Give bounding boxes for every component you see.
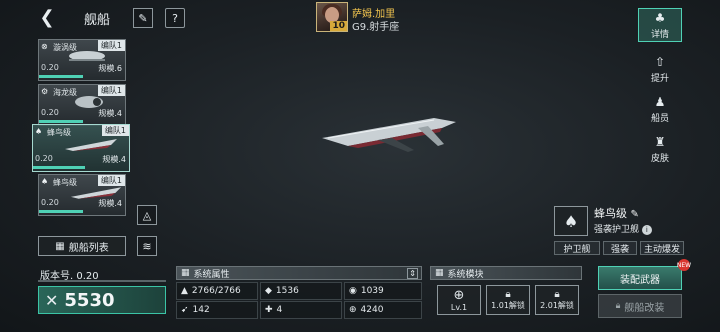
lock-icon: 🔒︎ xyxy=(505,289,511,300)
pen-button[interactable]: ✎ xyxy=(133,8,153,28)
ship-card-level: 0.20 xyxy=(41,198,59,207)
ship-card-scale: 规模.4 xyxy=(102,155,126,164)
ship-refit-button[interactable]: 🔒︎ 舰船改装 xyxy=(598,294,682,318)
pen-icon: ✎ xyxy=(138,11,148,25)
attr-hull: ▲ 2766/2766 xyxy=(176,282,258,300)
grid-icon: ▦ xyxy=(55,240,65,252)
ship-class-emblem: ♠ xyxy=(554,206,588,236)
speed-icon: ➹ xyxy=(181,305,189,315)
captain-sector: G9.射手座 xyxy=(352,22,400,33)
attr-shield: ◉ 1039 xyxy=(344,282,422,300)
level-bar xyxy=(39,120,83,123)
hull-icon: ▲ xyxy=(181,286,188,296)
ship-list-button[interactable]: ▦ 舰船列表 xyxy=(38,236,126,256)
level-bar xyxy=(39,75,83,78)
edit-icon[interactable]: ✎ xyxy=(631,209,639,220)
fleet-badge: 编队1 xyxy=(101,125,129,136)
chevron-left-icon: ❮ xyxy=(39,6,55,28)
module-slot-3[interactable]: 🔒︎ 2.01解锁 xyxy=(535,285,579,315)
module-slot-1[interactable]: ⊕ Lv.1 xyxy=(437,285,481,315)
fleet-formation-button[interactable]: ◬ xyxy=(137,205,157,225)
cargo-icon: ⊕ xyxy=(349,305,357,315)
ship-card-1[interactable]: ⊗ 漩涡级 编队1 0.20 规模.6 xyxy=(38,39,126,81)
ship-card-2[interactable]: ⚙ 海龙级 编队1 0.20 规模.4 xyxy=(38,84,126,126)
tab-skin[interactable]: ♜ 皮肤 xyxy=(638,132,682,166)
tab-crew[interactable]: ♟ 船员 xyxy=(638,92,682,126)
sort-icon[interactable]: ⇕ xyxy=(407,267,418,279)
ship-thumbnail xyxy=(75,96,103,108)
attr-slots: ✚ 4 xyxy=(260,301,342,319)
ship-model[interactable] xyxy=(318,112,458,156)
close-circle-icon: ⊗ xyxy=(41,42,48,51)
tab-upgrade[interactable]: ⇧ 提升 xyxy=(638,52,682,86)
ship-type: 强袭护卫舰 i xyxy=(594,222,652,235)
grid-icon: ▦ xyxy=(435,268,444,278)
slots-icon: ✚ xyxy=(265,305,273,315)
captain-portrait[interactable]: 10 xyxy=(316,2,348,32)
wave-icon: ≋ xyxy=(142,239,152,253)
target-icon: ⊕ xyxy=(453,288,465,303)
modules-title: 系统模块 xyxy=(447,269,484,280)
tab-details[interactable]: ♣ 详情 xyxy=(638,8,682,42)
gear-icon: ⚙ xyxy=(41,87,49,96)
ship-name: 蜂鸟级 ✎ xyxy=(594,207,639,220)
back-button[interactable]: ❮ xyxy=(36,6,58,28)
ship-card-scale: 规模.4 xyxy=(98,199,122,208)
tag-escort: 护卫舰 xyxy=(554,241,600,255)
captain-level: 10 xyxy=(330,21,347,31)
wave-button[interactable]: ≋ xyxy=(137,236,157,256)
version-progress xyxy=(38,280,166,282)
modules-header: ▦ 系统模块 xyxy=(430,266,582,280)
lock-icon: 🔒︎ xyxy=(554,289,560,300)
ship-thumbnail xyxy=(69,51,105,61)
grid-icon: ▦ xyxy=(181,268,190,278)
tag-assault: 强袭 xyxy=(603,241,637,255)
upgrade-icon: ⇧ xyxy=(654,54,666,69)
page-title: 舰船 xyxy=(84,13,111,28)
ship-thumbnail xyxy=(65,139,117,151)
ship-card-scale: 规模.6 xyxy=(98,64,122,73)
ship-card-level: 0.20 xyxy=(41,63,59,72)
tag-burst: 主动爆发 xyxy=(640,241,684,255)
ship-card-4[interactable]: ♠ 蜂鸟级 编队1 0.20 规模.4 xyxy=(38,174,126,216)
ship-card-3[interactable]: ♠ 蜂鸟级 编队1 0.20 规模.4 xyxy=(32,124,130,172)
formation-icon: ◬ xyxy=(142,208,152,222)
ship-list-label: 舰船列表 xyxy=(68,242,109,254)
help-button[interactable]: ? xyxy=(165,8,185,28)
crossed-swords-icon: ✕ xyxy=(45,290,59,310)
info-icon[interactable]: i xyxy=(641,225,652,235)
armor-icon: ◆ xyxy=(265,286,272,296)
ship-card-level: 0.20 xyxy=(41,108,59,117)
question-icon: ? xyxy=(172,11,178,25)
shield-icon: ◉ xyxy=(349,286,357,296)
ship-card-scale: 规模.4 xyxy=(98,109,122,118)
attr-speed: ➹ 142 xyxy=(176,301,258,319)
equip-weapons-button[interactable]: 装配武器 xyxy=(598,266,682,290)
ship-class-icon: ♠ xyxy=(41,177,49,186)
attributes-title: 系统属性 xyxy=(193,269,230,280)
lock-icon: 🔒︎ xyxy=(615,301,621,311)
combat-power: ✕ 5530 xyxy=(38,286,166,314)
level-bar xyxy=(39,210,83,213)
crew-icon: ♟ xyxy=(654,94,666,109)
attributes-header: ▦ 系统属性 ⇕ xyxy=(176,266,422,280)
ship-class-icon: ♠ xyxy=(563,211,579,231)
module-slot-2[interactable]: 🔒︎ 1.01解锁 xyxy=(486,285,530,315)
level-bar xyxy=(33,166,85,169)
attr-armor: ◆ 1536 xyxy=(260,282,342,300)
ship-class-icon: ♠ xyxy=(35,127,43,136)
new-badge: NEW xyxy=(677,259,691,271)
skin-icon: ♜ xyxy=(654,134,666,149)
ship-card-level: 0.20 xyxy=(35,154,53,163)
combat-power-value: 5530 xyxy=(64,289,115,311)
attr-cargo: ⊕ 4240 xyxy=(344,301,422,319)
ship-class-icon: ♣ xyxy=(654,10,666,25)
